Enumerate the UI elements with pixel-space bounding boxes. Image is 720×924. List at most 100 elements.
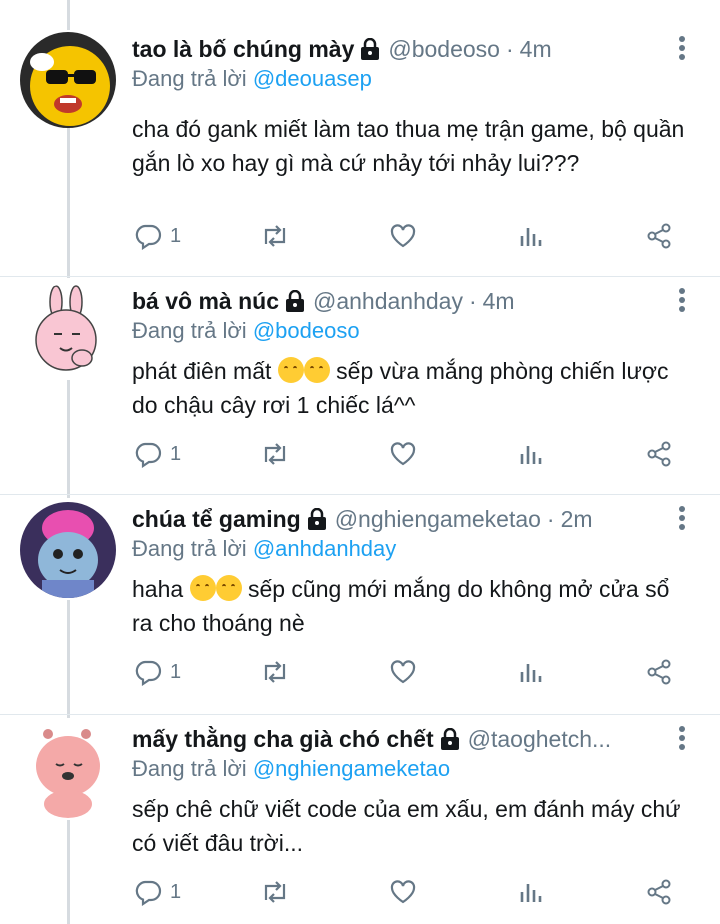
- divider: [0, 494, 720, 495]
- reply-mention[interactable]: @anhdanhday: [253, 536, 396, 561]
- tweet-actions: 1: [0, 434, 720, 474]
- hugging-emoji-icon: [303, 357, 330, 383]
- reply-mention[interactable]: @bodeoso: [253, 318, 360, 343]
- replying-prefix: Đang trả lời: [132, 756, 247, 781]
- replying-to: Đang trả lời @bodeoso: [132, 318, 360, 344]
- replying-to: Đang trả lời @nghiengameketao: [132, 756, 450, 782]
- handle[interactable]: @taoghetch...: [468, 726, 612, 753]
- like-button[interactable]: [389, 434, 417, 474]
- display-name[interactable]: tao là bố chúng mày: [132, 36, 354, 63]
- analytics-button[interactable]: [519, 872, 545, 912]
- share-icon: [647, 223, 671, 249]
- hugging-emoji-icon: [189, 575, 216, 601]
- tweet-header: chúa tể gaming @nghiengameketao · 2m: [132, 502, 670, 536]
- avatar[interactable]: [20, 502, 116, 598]
- share-button[interactable]: [645, 652, 673, 692]
- like-button[interactable]: [389, 652, 417, 692]
- replying-prefix: Đang trả lời: [132, 318, 247, 343]
- tweet-header: tao là bố chúng mày @bodeoso · 4m: [132, 32, 670, 66]
- reply-mention[interactable]: @deouasep: [253, 66, 372, 91]
- retweet-button[interactable]: [258, 872, 292, 912]
- divider: [0, 276, 720, 277]
- thread-line: [67, 0, 70, 30]
- reply-button[interactable]: 1: [134, 434, 181, 474]
- avatar[interactable]: [20, 32, 116, 128]
- analytics-icon: [520, 884, 542, 902]
- analytics-button[interactable]: [519, 652, 545, 692]
- reply-count: 1: [170, 660, 182, 683]
- reply-button[interactable]: 1: [134, 216, 181, 256]
- reply-button[interactable]: 1: [134, 652, 181, 692]
- replying-to: Đang trả lời @deouasep: [132, 66, 372, 92]
- share-icon: [647, 879, 671, 905]
- more-vertical-icon[interactable]: [678, 726, 686, 752]
- tweet[interactable]: bá vô mà núc @anhdanhday · 4m Đang trả l…: [0, 284, 720, 492]
- retweet-button[interactable]: [258, 652, 292, 692]
- share-button[interactable]: [645, 216, 673, 256]
- replying-to: Đang trả lời @anhdanhday: [132, 536, 396, 562]
- tweet-text: cha đó gank miết làm tao thua mẹ trận ga…: [132, 116, 685, 176]
- divider: [0, 714, 720, 715]
- analytics-icon: [520, 446, 542, 464]
- share-button[interactable]: [645, 434, 673, 474]
- lock-icon: [307, 507, 327, 530]
- reply-icon: [135, 660, 162, 686]
- reply-count: 1: [170, 224, 182, 247]
- handle[interactable]: @bodeoso: [388, 36, 500, 63]
- tweet[interactable]: tao là bố chúng mày @bodeoso · 4m Đang t…: [0, 32, 720, 276]
- tweet-text: sếp chê chữ viết code của em xấu, em đán…: [132, 796, 681, 856]
- reply-icon: [135, 880, 162, 906]
- tweet-text: haha sếp cũng mới mắng do không mở cửa s…: [132, 572, 692, 640]
- analytics-button[interactable]: [519, 216, 545, 256]
- like-icon: [390, 880, 416, 904]
- reply-mention[interactable]: @nghiengameketao: [253, 756, 450, 781]
- avatar[interactable]: [20, 284, 116, 380]
- tweet-header: bá vô mà núc @anhdanhday · 4m: [132, 284, 670, 318]
- analytics-button[interactable]: [519, 434, 545, 474]
- separator-dot: ·: [505, 35, 514, 62]
- handle[interactable]: @nghiengameketao: [335, 506, 541, 533]
- display-name[interactable]: chúa tể gaming: [132, 506, 301, 533]
- like-button[interactable]: [389, 216, 417, 256]
- lock-icon: [440, 727, 460, 750]
- lock-icon: [360, 37, 380, 60]
- avatar[interactable]: [20, 722, 116, 818]
- share-icon: [647, 441, 671, 467]
- more-vertical-icon[interactable]: [678, 36, 686, 62]
- handle[interactable]: @anhdanhday: [313, 288, 463, 315]
- lock-icon: [285, 289, 305, 312]
- tweet[interactable]: mấy thằng cha già chó chết @taoghetch...…: [0, 722, 720, 924]
- timestamp: 4m: [482, 287, 515, 314]
- like-icon: [390, 224, 416, 248]
- tweet-actions: 1: [0, 652, 720, 692]
- hugging-emoji-icon: [277, 357, 304, 383]
- replying-prefix: Đang trả lời: [132, 66, 247, 91]
- retweet-icon: [264, 881, 286, 903]
- retweet-icon: [264, 443, 286, 465]
- reply-count: 1: [170, 880, 182, 903]
- tweet-header: mấy thằng cha già chó chết @taoghetch...: [132, 722, 670, 756]
- retweet-button[interactable]: [258, 434, 292, 474]
- like-icon: [390, 442, 416, 466]
- like-button[interactable]: [389, 872, 417, 912]
- hugging-emoji-icon: [215, 575, 242, 601]
- tweet-actions: 1: [0, 872, 720, 912]
- display-name[interactable]: bá vô mà núc: [132, 288, 279, 315]
- more-vertical-icon[interactable]: [678, 506, 686, 532]
- display-name[interactable]: mấy thằng cha già chó chết: [132, 726, 434, 753]
- reply-button[interactable]: 1: [134, 872, 181, 912]
- like-icon: [390, 660, 416, 684]
- tweet-text: phát điên mất sếp vừa mắng phòng chiến l…: [132, 354, 692, 422]
- replying-prefix: Đang trả lời: [132, 536, 247, 561]
- share-icon: [647, 659, 671, 685]
- retweet-icon: [264, 225, 286, 247]
- retweet-button[interactable]: [258, 216, 292, 256]
- more-vertical-icon[interactable]: [678, 288, 686, 314]
- analytics-icon: [520, 664, 542, 682]
- retweet-icon: [264, 661, 286, 683]
- timestamp: 2m: [560, 505, 593, 532]
- tweet-actions: 1: [0, 216, 720, 256]
- reply-icon: [135, 224, 162, 250]
- share-button[interactable]: [645, 872, 673, 912]
- tweet[interactable]: chúa tể gaming @nghiengameketao · 2m Đan…: [0, 502, 720, 712]
